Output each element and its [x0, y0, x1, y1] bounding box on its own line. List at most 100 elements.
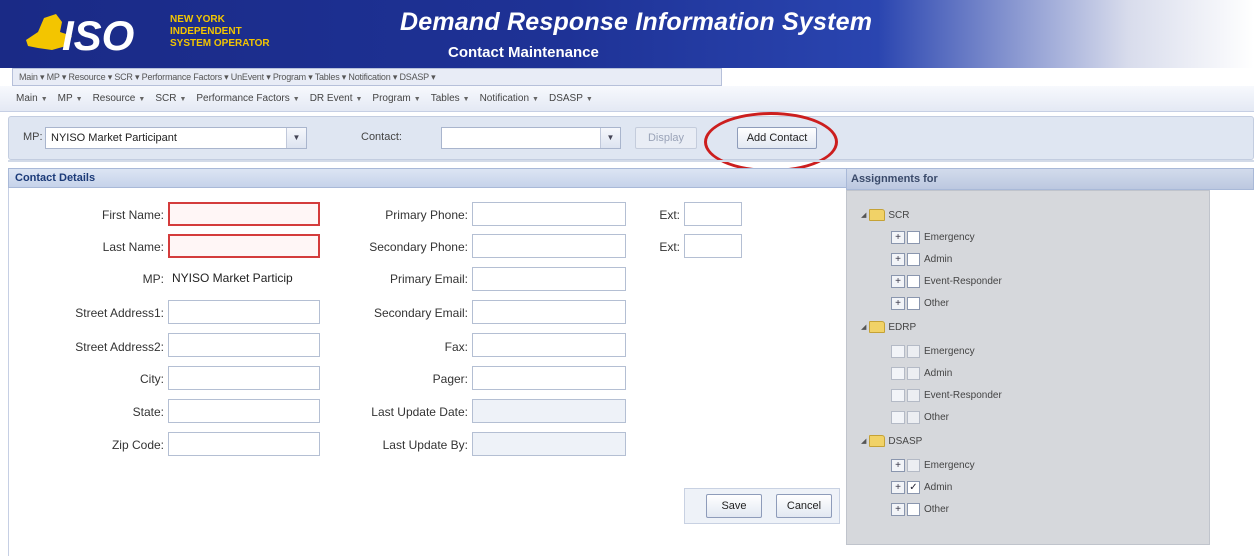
save-button[interactable]: Save	[706, 494, 762, 518]
ext1-label: Ext:	[659, 208, 680, 222]
tree-item-label: Other	[924, 504, 950, 515]
tree-group-label: SCR	[888, 209, 910, 221]
highlight-annotation-circle	[704, 112, 838, 172]
expand-plus-icon[interactable]	[891, 389, 905, 402]
primary-phone-field[interactable]	[472, 202, 626, 226]
main-menubar: Main ▼ MP ▼ Resource ▼ SCR ▼ Performance Fac…	[0, 86, 1254, 112]
tree-item-scr-event-responder[interactable]: + Event-Responder	[891, 275, 1002, 288]
mp-select[interactable]: NYISO Market Participant ▼	[45, 127, 307, 149]
assignment-checkbox[interactable]	[907, 411, 920, 424]
state-label: State:	[132, 405, 164, 419]
primary-phone-label: Primary Phone:	[385, 208, 468, 222]
last-name-label: Last Name:	[102, 240, 164, 254]
expand-plus-icon[interactable]	[891, 345, 905, 358]
expand-plus-icon[interactable]	[891, 367, 905, 380]
menu-notification[interactable]: Notification ▼	[480, 93, 539, 104]
display-button[interactable]: Display	[635, 127, 697, 149]
tree-item-label: Other	[924, 298, 950, 309]
last-update-by-label: Last Update By:	[382, 438, 468, 452]
assignment-checkbox[interactable]	[907, 345, 920, 358]
assignment-checkbox-checked[interactable]: ✓	[907, 481, 920, 494]
cancel-button[interactable]: Cancel	[776, 494, 832, 518]
chevron-down-icon[interactable]: ▼	[286, 128, 306, 148]
collapse-arrow-icon[interactable]: ◢	[861, 211, 866, 219]
city-label: City:	[140, 372, 164, 386]
tree-item-dsasp-admin[interactable]: + ✓ Admin	[891, 481, 952, 494]
tree-item-edrp-other[interactable]: Other	[891, 411, 949, 424]
menu-tables[interactable]: Tables ▼	[431, 93, 470, 104]
menu-mp[interactable]: MP ▼	[58, 93, 83, 104]
zip-code-field[interactable]	[168, 432, 320, 456]
expand-plus-icon[interactable]: +	[891, 503, 905, 516]
menu-dsasp[interactable]: DSASP ▼	[549, 93, 593, 104]
assignment-checkbox[interactable]	[907, 297, 920, 310]
assignment-checkbox[interactable]	[907, 503, 920, 516]
primary-email-field[interactable]	[472, 267, 626, 291]
expand-plus-icon[interactable]: +	[891, 297, 905, 310]
last-name-field[interactable]	[168, 234, 320, 258]
assignment-checkbox[interactable]	[907, 275, 920, 288]
tree-item-scr-emergency[interactable]: + Emergency	[891, 231, 975, 244]
ext1-field[interactable]	[684, 202, 742, 226]
contact-select-label: Contact:	[361, 131, 402, 143]
menu-resource[interactable]: Resource ▼	[93, 93, 146, 104]
expand-plus-icon[interactable]: +	[891, 253, 905, 266]
tree-item-edrp-event-responder[interactable]: Event-Responder	[891, 389, 1002, 402]
pager-field[interactable]	[472, 366, 626, 390]
chevron-down-icon: ▼	[40, 96, 48, 103]
tree-item-label: Admin	[924, 368, 953, 379]
contact-select[interactable]: ▼	[441, 127, 621, 149]
chevron-down-icon[interactable]: ▼	[600, 128, 620, 148]
street-address2-field[interactable]	[168, 333, 320, 357]
assignment-checkbox[interactable]	[907, 253, 920, 266]
expand-plus-icon[interactable]: +	[891, 459, 905, 472]
ext2-label: Ext:	[659, 240, 680, 254]
tree-item-scr-admin[interactable]: + Admin	[891, 253, 952, 266]
street-address1-field[interactable]	[168, 300, 320, 324]
tree-item-edrp-emergency[interactable]: Emergency	[891, 345, 975, 358]
tree-group-dsasp[interactable]: ◢ DSASP	[861, 435, 922, 447]
header-banner: ISO NEW YORK INDEPENDENT SYSTEM OPERATOR…	[0, 0, 1254, 68]
secondary-phone-field[interactable]	[472, 234, 626, 258]
expand-plus-icon[interactable]: +	[891, 481, 905, 494]
secondary-email-field[interactable]	[472, 300, 626, 324]
menu-performance-factors[interactable]: Performance Factors ▼	[196, 93, 299, 104]
tree-item-label: Admin	[924, 254, 953, 265]
page-subtitle: Contact Maintenance	[448, 44, 599, 61]
assignment-checkbox[interactable]	[907, 459, 920, 472]
tree-item-scr-other[interactable]: + Other	[891, 297, 949, 310]
tree-item-dsasp-other[interactable]: + Other	[891, 503, 949, 516]
street-address1-label: Street Address1:	[75, 306, 164, 320]
first-name-field[interactable]	[168, 202, 320, 226]
collapse-arrow-icon[interactable]: ◢	[861, 437, 866, 445]
tree-item-edrp-admin[interactable]: Admin	[891, 367, 952, 380]
chevron-down-icon: ▼	[292, 96, 300, 103]
expand-plus-icon[interactable]	[891, 411, 905, 424]
expand-plus-icon[interactable]: +	[891, 275, 905, 288]
logo-sub1: NEW YORK	[170, 14, 226, 25]
fax-field[interactable]	[472, 333, 626, 357]
menu-resource-label: Resource	[92, 93, 136, 104]
mp-field-label: MP:	[142, 272, 164, 286]
assignment-checkbox[interactable]	[907, 231, 920, 244]
state-field[interactable]	[168, 399, 320, 423]
tree-item-dsasp-emergency[interactable]: + Emergency	[891, 459, 975, 472]
menu-main[interactable]: Main ▼	[16, 93, 48, 104]
secondary-email-label: Secondary Email:	[373, 306, 468, 320]
tree-group-scr[interactable]: ◢ SCR	[861, 209, 910, 221]
city-field[interactable]	[168, 366, 320, 390]
menu-scr[interactable]: SCR ▼	[155, 93, 186, 104]
tree-group-edrp[interactable]: ◢ EDRP	[861, 321, 916, 333]
collapse-arrow-icon[interactable]: ◢	[861, 323, 866, 331]
menu-program[interactable]: Program ▼	[372, 93, 420, 104]
logo-text: ISO	[62, 12, 134, 58]
menu-dr-event[interactable]: DR Event ▼	[310, 93, 363, 104]
tree-item-label: Emergency	[924, 346, 975, 357]
assignment-checkbox[interactable]	[907, 389, 920, 402]
assignment-checkbox[interactable]	[907, 367, 920, 380]
chevron-down-icon: ▼	[413, 96, 421, 103]
tree-group-label: EDRP	[888, 321, 917, 333]
chevron-down-icon: ▼	[179, 96, 187, 103]
expand-plus-icon[interactable]: +	[891, 231, 905, 244]
ext2-field[interactable]	[684, 234, 742, 258]
